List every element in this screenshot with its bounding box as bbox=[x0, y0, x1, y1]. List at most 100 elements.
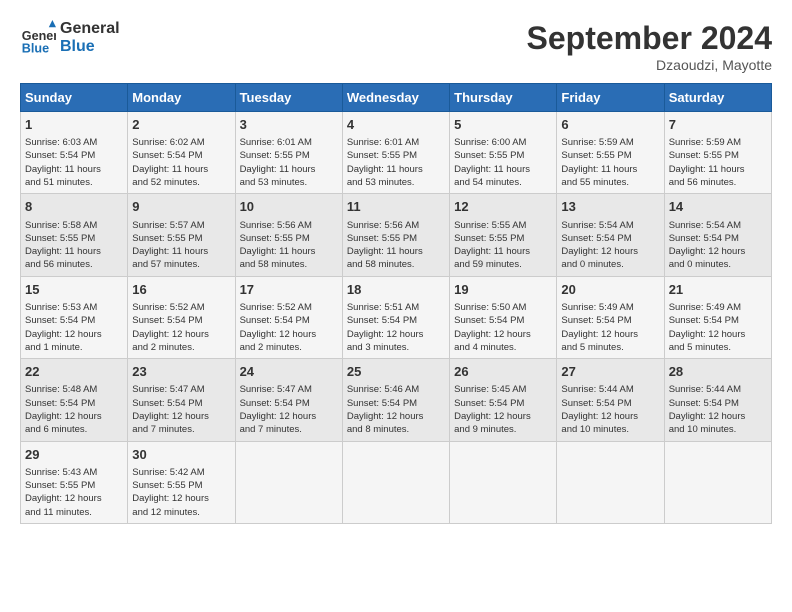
day-info: Sunrise: 5:43 AM Sunset: 5:55 PM Dayligh… bbox=[25, 466, 123, 519]
calendar-day-cell: 4 Sunrise: 6:01 AM Sunset: 5:55 PM Daylig… bbox=[342, 112, 449, 194]
weekday-header: Monday bbox=[128, 84, 235, 112]
page-header: General Blue General Blue September 2024… bbox=[20, 20, 772, 73]
calendar-day-cell: 3 Sunrise: 6:01 AM Sunset: 5:55 PM Daylig… bbox=[235, 112, 342, 194]
day-info: Sunrise: 5:52 AM Sunset: 5:54 PM Dayligh… bbox=[132, 301, 230, 354]
logo-blue: Blue bbox=[60, 38, 120, 56]
calendar-day-cell: 23 Sunrise: 5:47 AM Sunset: 5:54 PM Dayli… bbox=[128, 359, 235, 441]
day-info: Sunrise: 5:50 AM Sunset: 5:54 PM Dayligh… bbox=[454, 301, 552, 354]
calendar-table: SundayMondayTuesdayWednesdayThursdayFrid… bbox=[20, 83, 772, 524]
day-info: Sunrise: 5:56 AM Sunset: 5:55 PM Dayligh… bbox=[240, 219, 338, 272]
day-info: Sunrise: 5:54 AM Sunset: 5:54 PM Dayligh… bbox=[561, 219, 659, 272]
calendar-day-cell bbox=[664, 441, 771, 523]
day-number: 21 bbox=[669, 281, 767, 299]
calendar-day-cell: 9Sunrise: 5:57 AM Sunset: 5:55 PM Daylig… bbox=[128, 194, 235, 276]
day-number: 25 bbox=[347, 363, 445, 381]
day-info: Sunrise: 5:48 AM Sunset: 5:54 PM Dayligh… bbox=[25, 383, 123, 436]
day-number: 30 bbox=[132, 446, 230, 464]
calendar-day-cell: 10Sunrise: 5:56 AM Sunset: 5:55 PM Dayli… bbox=[235, 194, 342, 276]
calendar-week-row: 8 Sunrise: 5:58 AM Sunset: 5:55 PM Daylig… bbox=[21, 194, 772, 276]
calendar-day-cell: 27Sunrise: 5:44 AM Sunset: 5:54 PM Dayli… bbox=[557, 359, 664, 441]
day-info: Sunrise: 5:59 AM Sunset: 5:55 PM Dayligh… bbox=[669, 136, 767, 189]
title-block: September 2024 Dzaoudzi, Mayotte bbox=[527, 20, 772, 73]
day-info: Sunrise: 5:57 AM Sunset: 5:55 PM Dayligh… bbox=[132, 219, 230, 272]
day-number: 11 bbox=[347, 198, 445, 216]
calendar-week-row: 1 Sunrise: 6:03 AM Sunset: 5:54 PM Daylig… bbox=[21, 112, 772, 194]
day-info: Sunrise: 6:02 AM Sunset: 5:54 PM Dayligh… bbox=[132, 136, 230, 189]
day-number: 20 bbox=[561, 281, 659, 299]
day-number: 3 bbox=[240, 116, 338, 134]
calendar-day-cell: 18 Sunrise: 5:51 AM Sunset: 5:54 PM Dayli… bbox=[342, 276, 449, 358]
day-info: Sunrise: 5:58 AM Sunset: 5:55 PM Dayligh… bbox=[25, 219, 123, 272]
calendar-day-cell: 14 Sunrise: 5:54 AM Sunset: 5:54 PM Dayli… bbox=[664, 194, 771, 276]
calendar-day-cell: 12Sunrise: 5:55 AM Sunset: 5:55 PM Dayli… bbox=[450, 194, 557, 276]
calendar-day-cell: 29 Sunrise: 5:43 AM Sunset: 5:55 PM Dayli… bbox=[21, 441, 128, 523]
weekday-header: Thursday bbox=[450, 84, 557, 112]
day-number: 1 bbox=[25, 116, 123, 134]
day-info: Sunrise: 6:03 AM Sunset: 5:54 PM Dayligh… bbox=[25, 136, 123, 189]
header-row: SundayMondayTuesdayWednesdayThursdayFrid… bbox=[21, 84, 772, 112]
weekday-header: Sunday bbox=[21, 84, 128, 112]
day-info: Sunrise: 5:55 AM Sunset: 5:55 PM Dayligh… bbox=[454, 219, 552, 272]
day-info: Sunrise: 5:56 AM Sunset: 5:55 PM Dayligh… bbox=[347, 219, 445, 272]
day-number: 18 bbox=[347, 281, 445, 299]
day-number: 23 bbox=[132, 363, 230, 381]
calendar-day-cell: 2 Sunrise: 6:02 AM Sunset: 5:54 PM Daylig… bbox=[128, 112, 235, 194]
day-number: 13 bbox=[561, 198, 659, 216]
day-info: Sunrise: 5:44 AM Sunset: 5:54 PM Dayligh… bbox=[669, 383, 767, 436]
calendar-day-cell: 5 Sunrise: 6:00 AM Sunset: 5:55 PM Daylig… bbox=[450, 112, 557, 194]
calendar-day-cell: 16Sunrise: 5:52 AM Sunset: 5:54 PM Dayli… bbox=[128, 276, 235, 358]
day-number: 7 bbox=[669, 116, 767, 134]
calendar-day-cell: 25Sunrise: 5:46 AM Sunset: 5:54 PM Dayli… bbox=[342, 359, 449, 441]
calendar-day-cell: 19Sunrise: 5:50 AM Sunset: 5:54 PM Dayli… bbox=[450, 276, 557, 358]
calendar-day-cell: 1 Sunrise: 6:03 AM Sunset: 5:54 PM Daylig… bbox=[21, 112, 128, 194]
logo-icon: General Blue bbox=[20, 20, 56, 56]
day-number: 22 bbox=[25, 363, 123, 381]
calendar-day-cell: 6Sunrise: 5:59 AM Sunset: 5:55 PM Daylig… bbox=[557, 112, 664, 194]
weekday-header: Tuesday bbox=[235, 84, 342, 112]
calendar-day-cell bbox=[235, 441, 342, 523]
calendar-day-cell: 30 Sunrise: 5:42 AM Sunset: 5:55 PM Dayli… bbox=[128, 441, 235, 523]
calendar-day-cell: 24Sunrise: 5:47 AM Sunset: 5:54 PM Dayli… bbox=[235, 359, 342, 441]
day-number: 24 bbox=[240, 363, 338, 381]
day-number: 17 bbox=[240, 281, 338, 299]
calendar-day-cell: 15Sunrise: 5:53 AM Sunset: 5:54 PM Dayli… bbox=[21, 276, 128, 358]
day-info: Sunrise: 5:54 AM Sunset: 5:54 PM Dayligh… bbox=[669, 219, 767, 272]
weekday-header: Saturday bbox=[664, 84, 771, 112]
day-number: 15 bbox=[25, 281, 123, 299]
weekday-header: Friday bbox=[557, 84, 664, 112]
day-number: 8 bbox=[25, 198, 123, 216]
day-info: Sunrise: 6:01 AM Sunset: 5:55 PM Dayligh… bbox=[347, 136, 445, 189]
day-info: Sunrise: 5:51 AM Sunset: 5:54 PM Dayligh… bbox=[347, 301, 445, 354]
location: Dzaoudzi, Mayotte bbox=[527, 57, 772, 73]
calendar-day-cell: 11 Sunrise: 5:56 AM Sunset: 5:55 PM Dayli… bbox=[342, 194, 449, 276]
day-number: 4 bbox=[347, 116, 445, 134]
month-title: September 2024 bbox=[527, 20, 772, 57]
day-info: Sunrise: 6:01 AM Sunset: 5:55 PM Dayligh… bbox=[240, 136, 338, 189]
day-info: Sunrise: 5:49 AM Sunset: 5:54 PM Dayligh… bbox=[669, 301, 767, 354]
day-number: 28 bbox=[669, 363, 767, 381]
calendar-day-cell bbox=[557, 441, 664, 523]
day-info: Sunrise: 5:42 AM Sunset: 5:55 PM Dayligh… bbox=[132, 466, 230, 519]
calendar-week-row: 22 Sunrise: 5:48 AM Sunset: 5:54 PM Dayli… bbox=[21, 359, 772, 441]
day-info: Sunrise: 5:59 AM Sunset: 5:55 PM Dayligh… bbox=[561, 136, 659, 189]
calendar-day-cell: 8 Sunrise: 5:58 AM Sunset: 5:55 PM Daylig… bbox=[21, 194, 128, 276]
day-info: Sunrise: 6:00 AM Sunset: 5:55 PM Dayligh… bbox=[454, 136, 552, 189]
logo: General Blue General Blue bbox=[20, 20, 120, 56]
calendar-day-cell: 21 Sunrise: 5:49 AM Sunset: 5:54 PM Dayli… bbox=[664, 276, 771, 358]
day-number: 29 bbox=[25, 446, 123, 464]
weekday-header: Wednesday bbox=[342, 84, 449, 112]
logo-general: General bbox=[60, 20, 120, 38]
day-info: Sunrise: 5:49 AM Sunset: 5:54 PM Dayligh… bbox=[561, 301, 659, 354]
calendar-day-cell: 26Sunrise: 5:45 AM Sunset: 5:54 PM Dayli… bbox=[450, 359, 557, 441]
calendar-day-cell: 22 Sunrise: 5:48 AM Sunset: 5:54 PM Dayli… bbox=[21, 359, 128, 441]
calendar-day-cell: 7 Sunrise: 5:59 AM Sunset: 5:55 PM Daylig… bbox=[664, 112, 771, 194]
day-info: Sunrise: 5:47 AM Sunset: 5:54 PM Dayligh… bbox=[132, 383, 230, 436]
day-number: 2 bbox=[132, 116, 230, 134]
calendar-day-cell: 13 Sunrise: 5:54 AM Sunset: 5:54 PM Dayli… bbox=[557, 194, 664, 276]
day-number: 26 bbox=[454, 363, 552, 381]
day-number: 14 bbox=[669, 198, 767, 216]
calendar-day-cell: 28 Sunrise: 5:44 AM Sunset: 5:54 PM Dayli… bbox=[664, 359, 771, 441]
day-info: Sunrise: 5:52 AM Sunset: 5:54 PM Dayligh… bbox=[240, 301, 338, 354]
calendar-day-cell bbox=[450, 441, 557, 523]
day-number: 5 bbox=[454, 116, 552, 134]
